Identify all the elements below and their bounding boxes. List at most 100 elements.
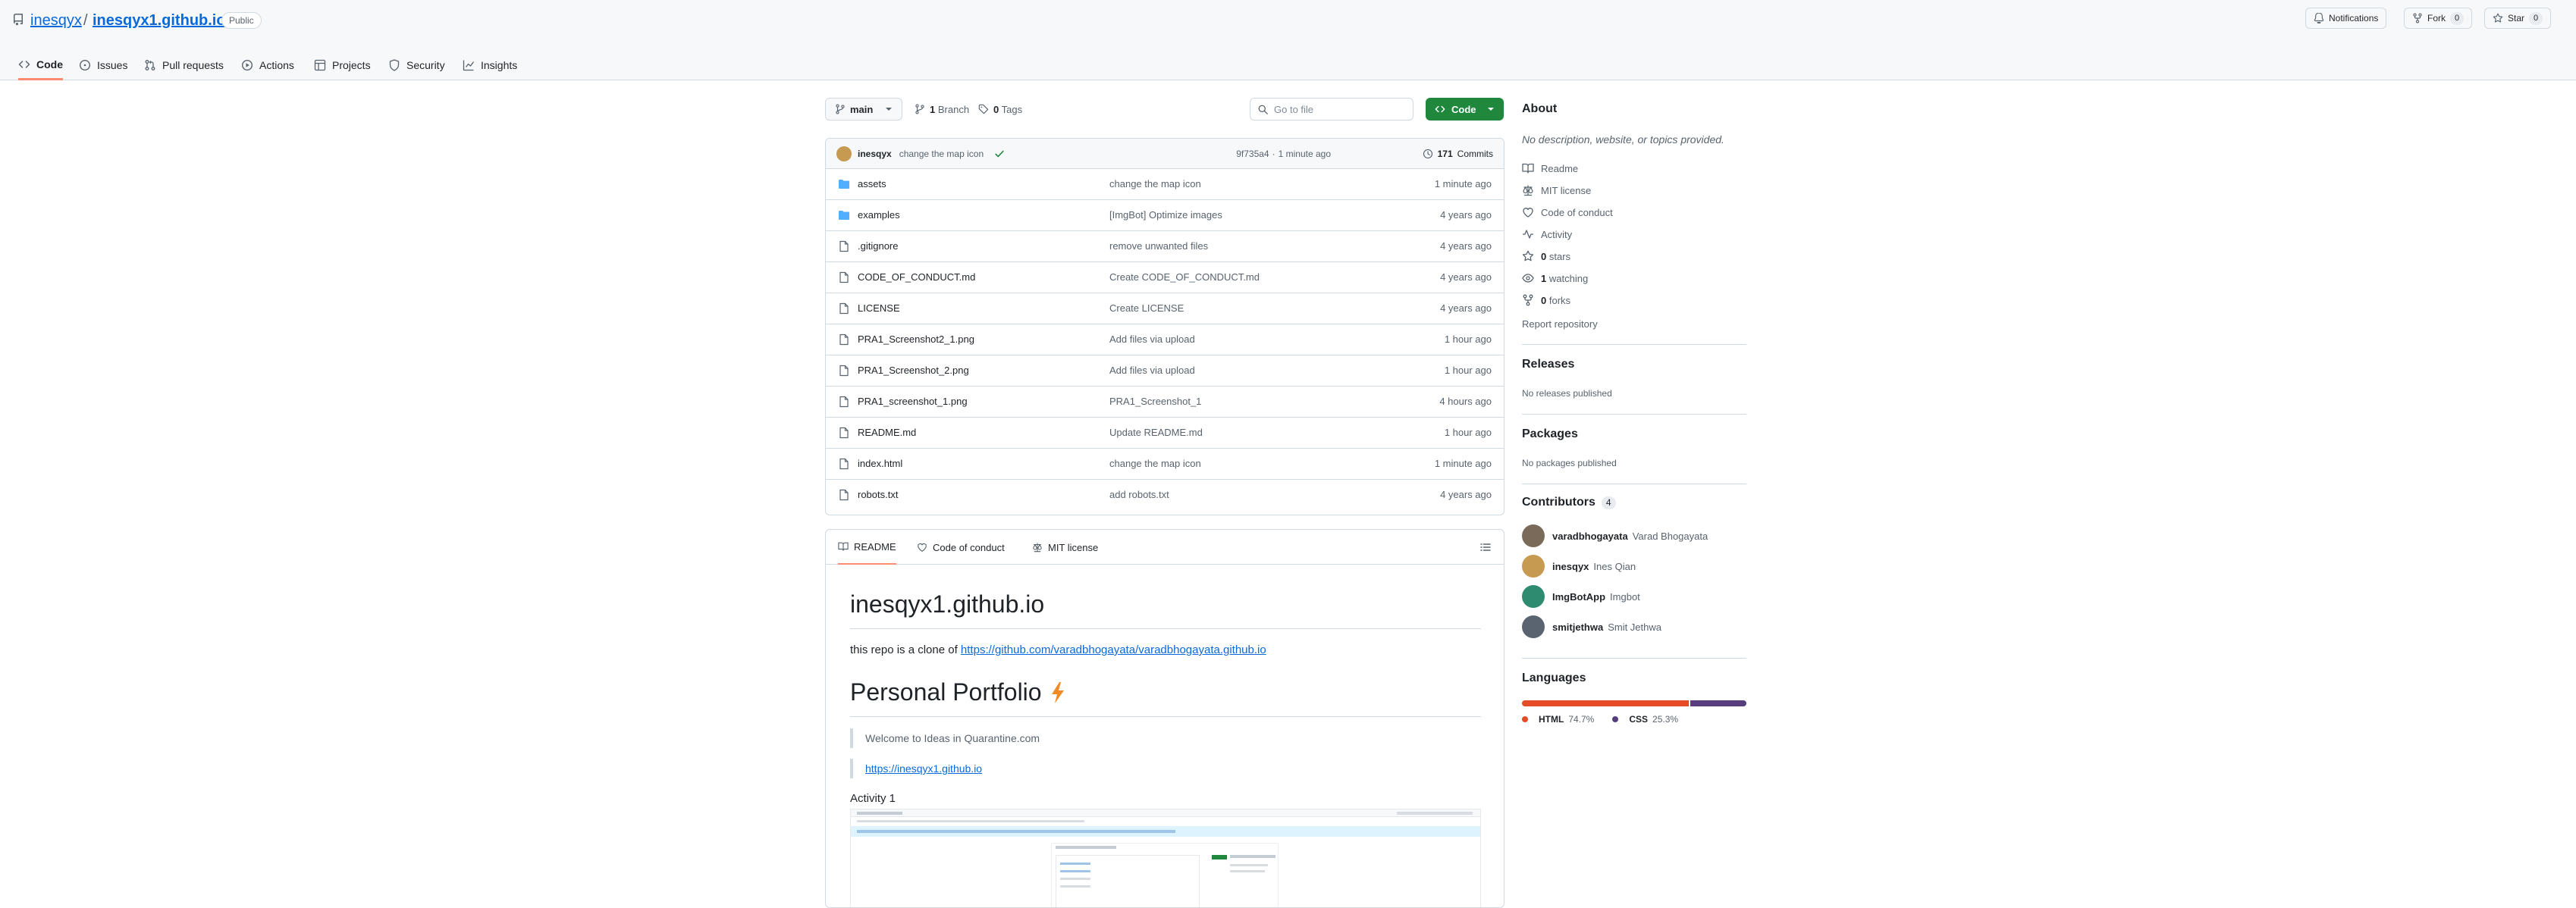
about-item[interactable]: MIT license bbox=[1522, 184, 1591, 196]
table-icon bbox=[314, 59, 326, 71]
file-name-link[interactable]: .gitignore bbox=[858, 240, 898, 252]
file-name-link[interactable]: LICENSE bbox=[858, 302, 900, 314]
about-item[interactable]: Code of conduct bbox=[1522, 206, 1613, 218]
about-item-label: Readme bbox=[1541, 162, 1579, 174]
branch-selector[interactable]: main bbox=[825, 98, 903, 121]
tab-label: Code bbox=[36, 58, 63, 70]
contributor-item[interactable]: ImgBotApp Imgbot bbox=[1522, 585, 1640, 608]
star-button[interactable]: Star 0 bbox=[2484, 8, 2552, 29]
tab-pull-requests[interactable]: Pull requests bbox=[144, 50, 224, 80]
file-row[interactable]: PRA1_Screenshot2_1.png Add files via uplo… bbox=[826, 324, 1504, 355]
file-row[interactable]: .gitignore remove unwanted files 4 years a… bbox=[826, 231, 1504, 262]
file-commit-message[interactable]: add robots.txt bbox=[1109, 489, 1169, 500]
contributor-login[interactable]: ImgBotApp bbox=[1552, 591, 1605, 603]
notifications-button[interactable]: Notifications bbox=[2305, 8, 2387, 29]
tab-actions[interactable]: Actions bbox=[241, 50, 294, 80]
avatar[interactable] bbox=[1522, 585, 1545, 608]
file-row[interactable]: assets change the map icon 1 minute ago bbox=[826, 169, 1504, 200]
outline-icon[interactable] bbox=[1479, 541, 1492, 553]
check-icon[interactable] bbox=[994, 149, 1005, 159]
file-name-link[interactable]: PRA1_screenshot_1.png bbox=[858, 396, 968, 407]
code-button[interactable]: Code bbox=[1426, 98, 1504, 121]
releases-heading[interactable]: Releases bbox=[1522, 358, 1574, 371]
avatar[interactable] bbox=[1522, 615, 1545, 638]
tab-insights[interactable]: Insights bbox=[463, 50, 517, 80]
language-percent: 25.3% bbox=[1652, 714, 1679, 725]
file-commit-message[interactable]: Create LICENSE bbox=[1109, 302, 1184, 314]
tags-link[interactable]: 0 Tags bbox=[978, 98, 1022, 121]
file-commit-age: 4 years ago bbox=[1440, 489, 1492, 500]
avatar[interactable] bbox=[1522, 524, 1545, 547]
file-row[interactable]: CODE_OF_CONDUCT.md Create CODE_OF_CONDUCT… bbox=[826, 262, 1504, 293]
contributor-login[interactable]: inesqyx bbox=[1552, 561, 1589, 572]
commit-author[interactable]: inesqyx bbox=[858, 149, 892, 159]
about-item[interactable]: 0 forks bbox=[1522, 294, 1570, 306]
file-commit-message[interactable]: Add files via upload bbox=[1109, 333, 1195, 345]
commit-hash[interactable]: 9f735a4 bbox=[1236, 149, 1269, 159]
commit-message[interactable]: change the map icon bbox=[899, 149, 984, 159]
contributors-header[interactable]: Contributors 4 bbox=[1522, 496, 1616, 509]
file-name-link[interactable]: README.md bbox=[858, 427, 916, 438]
contributor-item[interactable]: inesqyx Ines Qian bbox=[1522, 555, 1636, 578]
file-commit-message[interactable]: Add files via upload bbox=[1109, 365, 1195, 376]
file-commit-message[interactable]: change the map icon bbox=[1109, 458, 1201, 469]
file-name-link[interactable]: index.html bbox=[858, 458, 902, 469]
file-name-link[interactable]: PRA1_Screenshot_2.png bbox=[858, 365, 969, 376]
contributor-login[interactable]: smitjethwa bbox=[1552, 622, 1603, 633]
tab-code[interactable]: Code bbox=[18, 50, 63, 80]
tab-security[interactable]: Security bbox=[388, 50, 445, 80]
branches-link[interactable]: 1 Branch bbox=[915, 98, 969, 121]
file-name-link[interactable]: CODE_OF_CONDUCT.md bbox=[858, 271, 975, 283]
language-item[interactable]: CSS 25.3% bbox=[1612, 714, 1678, 725]
readme-tab-readme[interactable]: README bbox=[838, 530, 896, 565]
about-item[interactable]: 1 watching bbox=[1522, 272, 1588, 284]
file-name-link[interactable]: examples bbox=[858, 209, 900, 221]
file-row[interactable]: robots.txt add robots.txt 4 years ago bbox=[826, 480, 1504, 511]
repo-name-link[interactable]: inesqyx1.github.io bbox=[93, 11, 226, 30]
readme-tab-license[interactable]: MIT license bbox=[1032, 530, 1098, 565]
file-commit-message[interactable]: Update README.md bbox=[1109, 427, 1203, 438]
readme-tab-code-of-conduct[interactable]: Code of conduct bbox=[917, 530, 1005, 565]
file-row[interactable]: LICENSE Create LICENSE 4 years ago bbox=[826, 293, 1504, 324]
clone-link[interactable]: https://github.com/varadbhogayata/varadb… bbox=[961, 643, 1266, 656]
packages-heading[interactable]: Packages bbox=[1522, 427, 1578, 441]
contributor-login[interactable]: varadbhogayata bbox=[1552, 531, 1628, 542]
file-commit-message[interactable]: Create CODE_OF_CONDUCT.md bbox=[1109, 271, 1260, 283]
report-repository-link[interactable]: Report repository bbox=[1522, 318, 1598, 330]
avatar[interactable] bbox=[836, 146, 852, 161]
fork-button[interactable]: Fork 0 bbox=[2404, 8, 2473, 29]
file-browser: inesqyx change the map icon 9f735a4 · 1 … bbox=[825, 138, 1504, 515]
tab-projects[interactable]: Projects bbox=[314, 50, 371, 80]
contributor-item[interactable]: varadbhogayata Varad Bhogayata bbox=[1522, 524, 1708, 547]
file-commit-message[interactable]: remove unwanted files bbox=[1109, 240, 1208, 252]
language-dot bbox=[1522, 716, 1528, 722]
repo-owner-link[interactable]: inesqyx bbox=[30, 11, 82, 30]
search-placeholder: Go to file bbox=[1274, 103, 1314, 115]
language-item[interactable]: HTML 74.7% bbox=[1522, 714, 1594, 725]
file-name-link[interactable]: assets bbox=[858, 178, 886, 189]
avatar[interactable] bbox=[1522, 555, 1545, 578]
file-row[interactable]: PRA1_Screenshot_2.png Add files via uploa… bbox=[826, 355, 1504, 387]
file-row[interactable]: README.md Update README.md 1 hour ago bbox=[826, 418, 1504, 449]
activity-screenshot[interactable] bbox=[850, 809, 1481, 907]
commits-link[interactable]: 171 Commits bbox=[1423, 149, 1493, 159]
about-item[interactable]: 0 stars bbox=[1522, 250, 1570, 262]
quote-link[interactable]: https://inesqyx1.github.io bbox=[865, 762, 982, 775]
file-row[interactable]: examples [ImgBot] Optimize images 4 years … bbox=[826, 200, 1504, 231]
divider bbox=[850, 716, 1481, 717]
file-commit-message[interactable]: change the map icon bbox=[1109, 178, 1201, 189]
contributor-item[interactable]: smitjethwa Smit Jethwa bbox=[1522, 615, 1661, 638]
about-item[interactable]: Activity bbox=[1522, 228, 1572, 240]
file-list: assets change the map icon 1 minute ago exa… bbox=[826, 169, 1504, 511]
about-item[interactable]: Readme bbox=[1522, 162, 1578, 174]
file-commit-message[interactable]: PRA1_Screenshot_1 bbox=[1109, 396, 1201, 407]
divider bbox=[1522, 658, 1746, 659]
go-to-file-input[interactable]: Go to file bbox=[1250, 98, 1414, 121]
file-row[interactable]: PRA1_screenshot_1.png PRA1_Screenshot_1 4 … bbox=[826, 387, 1504, 418]
quote-text: Welcome to Ideas in Quarantine.com bbox=[865, 732, 1040, 744]
tab-issues[interactable]: Issues bbox=[79, 50, 127, 80]
file-name-link[interactable]: robots.txt bbox=[858, 489, 898, 500]
file-row[interactable]: index.html change the map icon 1 minute ag… bbox=[826, 449, 1504, 480]
file-name-link[interactable]: PRA1_Screenshot2_1.png bbox=[858, 333, 974, 345]
file-commit-message[interactable]: [ImgBot] Optimize images bbox=[1109, 209, 1222, 221]
